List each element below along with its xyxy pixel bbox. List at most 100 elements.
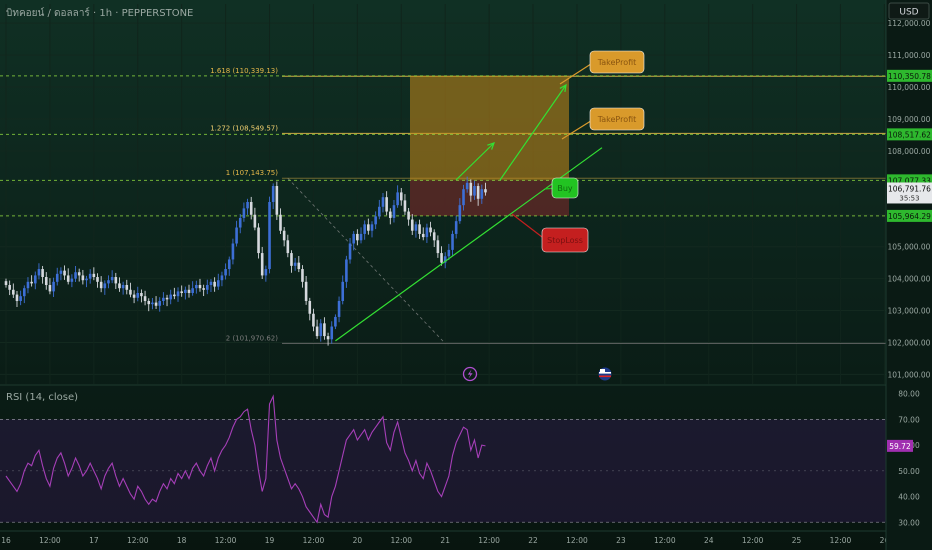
currency-button[interactable]: USD xyxy=(888,2,930,20)
us-flag-icon[interactable] xyxy=(598,367,612,381)
price-tick-label: 105,000.00 xyxy=(888,243,931,252)
candle-body xyxy=(151,302,154,305)
candle-body xyxy=(378,206,381,217)
candle-body xyxy=(363,224,366,234)
rsi-tick-label: 80.00 xyxy=(898,390,920,399)
candle-body xyxy=(121,285,125,289)
candle-body xyxy=(125,285,129,290)
candle-body xyxy=(191,288,194,293)
candle-body xyxy=(96,277,99,282)
time-tick-label: 16 xyxy=(1,536,11,545)
trading-chart[interactable]: 1.618 (110,339.13) 1.272 (108,549.57) 1 (1… xyxy=(0,0,932,550)
candle-body xyxy=(162,297,165,301)
candle-body xyxy=(12,289,15,295)
callout-label: Buy xyxy=(557,184,573,193)
candle-body xyxy=(418,224,421,234)
candle-body xyxy=(290,253,293,266)
price-tick-label: 104,000.00 xyxy=(888,275,931,284)
candle-body xyxy=(202,288,205,290)
candle-body xyxy=(268,201,271,270)
candle-body xyxy=(359,233,363,241)
candle-body xyxy=(399,192,403,201)
bar-countdown: 35:53 xyxy=(899,194,919,202)
candle-body xyxy=(209,281,213,286)
time-tick-label: 23 xyxy=(616,536,626,545)
candle-body xyxy=(143,296,147,301)
candle-body xyxy=(367,224,370,231)
candle-body xyxy=(249,201,253,215)
candle-body xyxy=(381,197,385,207)
candle-body xyxy=(118,283,121,289)
candle-body xyxy=(414,224,418,231)
time-tick-label: 12:00 xyxy=(127,536,149,545)
candle-body xyxy=(246,201,249,209)
candle-body xyxy=(136,292,140,298)
candle-body xyxy=(356,233,359,241)
candle-body xyxy=(392,205,396,218)
candle-body xyxy=(44,277,48,286)
candle-body xyxy=(473,186,476,196)
candle-body xyxy=(85,278,88,281)
time-tick-label: 17 xyxy=(89,536,99,545)
candle-body xyxy=(440,253,443,263)
candle-body xyxy=(334,316,337,327)
candle-body xyxy=(59,270,63,274)
rsi-title[interactable]: RSI (14, close) xyxy=(6,392,78,403)
candle-body xyxy=(345,259,348,282)
candle-body xyxy=(173,294,176,297)
price-tick-label: 110,000.00 xyxy=(888,83,931,92)
time-tick-label: 12:00 xyxy=(566,536,588,545)
price-tick-label: 101,000.00 xyxy=(888,370,931,379)
candle-body xyxy=(227,259,231,270)
long-position-tool[interactable] xyxy=(410,75,569,216)
candle-body xyxy=(308,300,312,314)
candle-body xyxy=(154,302,158,306)
candle-body xyxy=(319,323,323,337)
candle-body xyxy=(52,281,55,292)
price-level-tag-label: 105,964.29 xyxy=(888,212,931,221)
price-tick-label: 111,000.00 xyxy=(888,51,931,60)
candle-body xyxy=(37,269,41,276)
candle-body xyxy=(66,275,70,282)
candle-body xyxy=(323,323,326,337)
time-tick-label: 12:00 xyxy=(39,536,61,545)
candle-body xyxy=(396,192,399,206)
candle-body xyxy=(55,273,59,282)
candle-body xyxy=(410,219,414,231)
candle-body xyxy=(33,275,37,284)
time-tick-label: 12:00 xyxy=(303,536,325,545)
candle-body xyxy=(260,253,264,276)
candle-body xyxy=(88,273,92,279)
candle-body xyxy=(198,285,202,289)
candle-body xyxy=(220,275,224,281)
candle-body xyxy=(165,297,169,300)
candle-body xyxy=(180,291,183,293)
candle-body xyxy=(293,262,297,266)
candle-body xyxy=(301,269,304,282)
candle-body xyxy=(70,278,74,282)
candle-body xyxy=(286,240,290,254)
candle-body xyxy=(26,281,30,289)
rsi-tick-label: 50.00 xyxy=(898,467,920,476)
last-price-value: 106,791.76 xyxy=(888,184,931,193)
candle-body xyxy=(19,296,22,301)
price-tick-label: 112,000.00 xyxy=(888,19,931,28)
candle-body xyxy=(74,272,77,279)
candle-body xyxy=(213,281,216,287)
candle-body xyxy=(103,283,107,289)
rsi-tick-label: 40.00 xyxy=(898,493,920,502)
price-tick-label: 109,000.00 xyxy=(888,115,931,124)
stop-loss-zone xyxy=(410,180,569,216)
price-level-tag-label: 110,350.78 xyxy=(888,72,931,81)
candle-body xyxy=(231,243,235,260)
time-axis[interactable]: 16 12:00 17 12:00 18 12:00 19 12:00 20 12:00 21 12:… xyxy=(1,536,889,545)
symbol-title[interactable]: บิทคอยน์ / ดอลลาร์ · 1h · PEPPERSTONE xyxy=(6,7,193,19)
price-tick-label: 108,000.00 xyxy=(888,147,931,156)
candle-body xyxy=(421,233,425,238)
time-tick-label: 20 xyxy=(353,536,363,545)
candle-body xyxy=(297,262,301,270)
candle-body xyxy=(107,280,110,284)
candle-body xyxy=(30,281,33,284)
candle-body xyxy=(330,326,334,340)
candle-body xyxy=(257,227,260,254)
